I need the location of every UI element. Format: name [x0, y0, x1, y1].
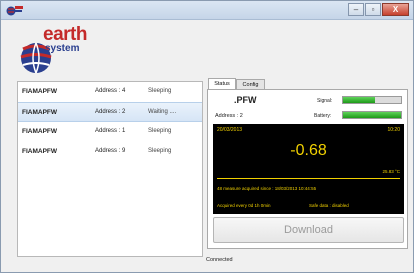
earth-system-app-icon: [6, 6, 23, 16]
device-row[interactable]: FIAMAPFW Address : 4 Sleeping: [18, 82, 202, 102]
title-bar[interactable]: – ▫ X: [1, 1, 413, 20]
window-controls: – ▫ X: [348, 3, 409, 16]
maximize-button[interactable]: ▫: [365, 3, 381, 16]
device-title: .PFW: [234, 95, 257, 105]
device-address: Address : 9: [95, 148, 126, 154]
measure-divider: [217, 178, 400, 179]
device-address: Address : 1: [95, 128, 126, 134]
battery-bar: [342, 111, 402, 119]
device-list[interactable]: FIAMAPFW Address : 4 Sleeping FIAMAPFW A…: [17, 81, 203, 257]
device-address: Address : 2: [95, 109, 126, 115]
app-window: – ▫ X earth system FIAMAPFW Address : 4 …: [0, 0, 414, 273]
battery-label: Battery:: [314, 113, 332, 119]
minimize-button[interactable]: –: [348, 3, 364, 16]
measure-temperature: 25.83 °C: [382, 169, 400, 174]
device-row[interactable]: FIAMAPFW Address : 9 Sleeping: [18, 142, 202, 162]
acquired-since-text: 48 measure acquired since : 18/03/2013 1…: [217, 186, 317, 191]
signal-bar-fill: [343, 97, 375, 103]
device-status: Waiting ....: [148, 109, 177, 115]
device-name: FIAMAPFW: [22, 128, 58, 135]
measurement-display: 20/03/2013 10:20 -0.68 25.83 °C 48 measu…: [213, 124, 404, 214]
device-status: Sleeping: [148, 128, 172, 134]
device-address: Address : 4: [95, 88, 126, 94]
acquired-every-text: Acquired every 0d 1h 0min: [217, 203, 271, 208]
device-name: FIAMAPFW: [22, 88, 58, 95]
battery-bar-fill: [343, 112, 401, 118]
device-status: Sleeping: [148, 148, 172, 154]
measure-time: 10:20: [387, 127, 400, 133]
signal-bar: [342, 96, 402, 104]
signal-label: Signal:: [317, 98, 333, 104]
device-address-detail: Address : 2: [215, 113, 243, 119]
device-row-selected[interactable]: FIAMAPFW Address : 2 Waiting ....: [18, 102, 202, 122]
device-status: Sleeping: [148, 88, 172, 94]
device-row[interactable]: FIAMAPFW Address : 1 Sleeping: [18, 122, 202, 142]
download-button[interactable]: Download: [213, 217, 404, 243]
measure-date: 20/03/2013: [217, 127, 243, 133]
device-name: FIAMAPFW: [22, 109, 58, 116]
close-button[interactable]: X: [382, 3, 409, 16]
logo-system-text: system: [45, 43, 80, 54]
connection-status: Connected: [206, 257, 233, 263]
measure-value: -0.68: [290, 142, 327, 159]
device-name: FIAMAPFW: [22, 148, 58, 155]
safe-data-text: Safe data : disabled: [309, 203, 349, 208]
